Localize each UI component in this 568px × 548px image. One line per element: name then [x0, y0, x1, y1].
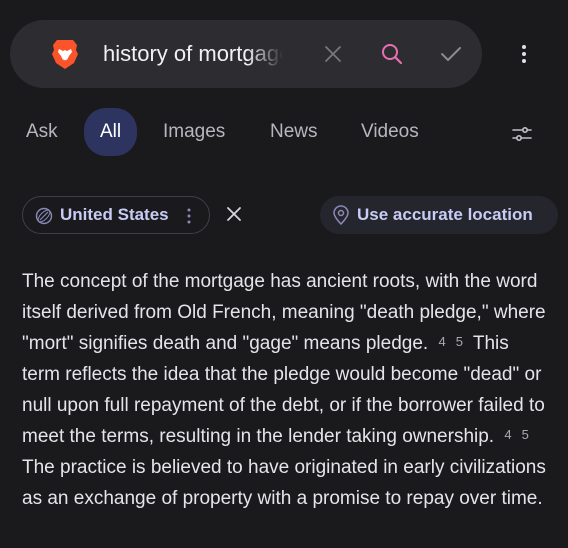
answer-text: The concept of the mortgage has ancient …	[22, 271, 546, 354]
tabs-overflow-fade	[446, 116, 496, 148]
answer-text: The practice is believed to have origina…	[22, 457, 546, 509]
filter-settings-icon	[512, 126, 532, 142]
more-vertical-icon	[187, 208, 191, 224]
search-bar[interactable]: history of mortgage	[10, 20, 482, 88]
brave-lion-icon	[52, 40, 78, 69]
search-button[interactable]	[378, 40, 406, 68]
region-label: United States	[60, 205, 169, 224]
tab-news[interactable]: News	[270, 112, 318, 152]
search-icon	[382, 44, 403, 65]
tab-all[interactable]: All	[84, 108, 138, 156]
clear-button[interactable]	[319, 40, 347, 68]
citation-link[interactable]: 5	[517, 427, 534, 443]
citation-link[interactable]: 4	[433, 334, 450, 350]
answer-summary: The concept of the mortgage has ancient …	[22, 266, 552, 514]
search-type-tabs: Ask All Images News Videos	[0, 104, 568, 160]
search-query-input[interactable]: history of mortgage	[103, 41, 283, 67]
location-pin-icon	[333, 205, 349, 225]
filter-settings-button[interactable]	[508, 120, 536, 148]
globe-icon	[35, 207, 53, 225]
kebab-menu-button[interactable]	[510, 40, 538, 68]
tab-videos[interactable]: Videos	[361, 112, 419, 152]
close-icon[interactable]	[224, 204, 244, 224]
accurate-location-label: Use accurate location	[357, 205, 533, 224]
tab-ask[interactable]: Ask	[26, 112, 58, 152]
citation-link[interactable]: 5	[451, 334, 468, 350]
region-selector[interactable]: United States	[22, 196, 210, 234]
citation-link[interactable]: 4	[499, 427, 516, 443]
check-icon	[441, 47, 461, 61]
submit-button[interactable]	[437, 40, 465, 68]
tab-images[interactable]: Images	[163, 112, 225, 152]
clear-icon	[325, 46, 341, 62]
accurate-location-button[interactable]: Use accurate location	[320, 196, 558, 234]
kebab-menu-icon	[522, 45, 526, 63]
